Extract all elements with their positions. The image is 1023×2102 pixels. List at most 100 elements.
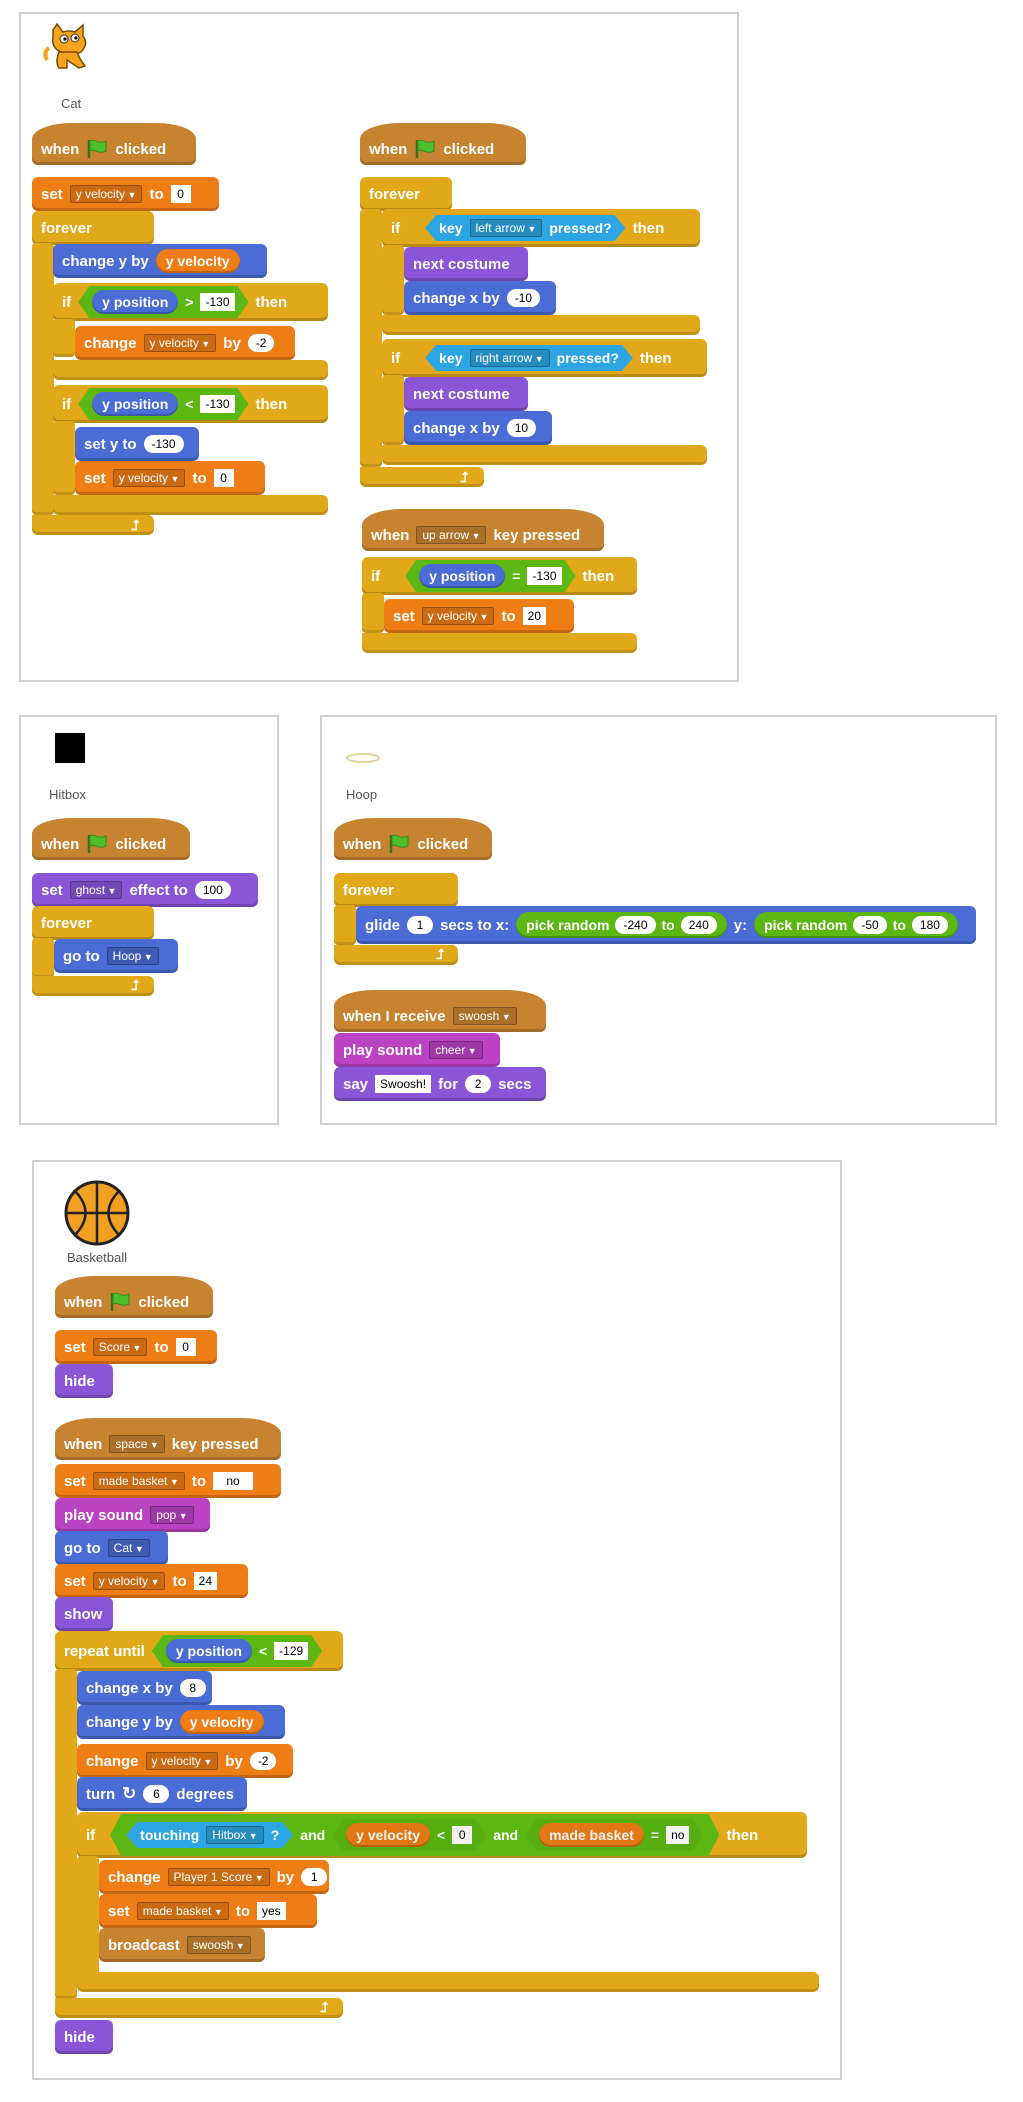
- less-than-operator[interactable]: y position < -129: [152, 1635, 322, 1667]
- say-for-secs-block[interactable]: say Swoosh! for 2 secs: [334, 1067, 546, 1101]
- variable-dropdown[interactable]: Player 1 Score: [167, 1868, 270, 1886]
- forever-block[interactable]: forever: [334, 873, 458, 907]
- variable-dropdown[interactable]: y velocity: [421, 607, 495, 625]
- y-velocity-reporter[interactable]: y velocity: [179, 1710, 264, 1734]
- value-input[interactable]: -130: [200, 293, 234, 311]
- y-velocity-reporter[interactable]: y velocity: [155, 249, 240, 273]
- message-dropdown[interactable]: swoosh: [452, 1007, 517, 1025]
- effect-dropdown[interactable]: ghost: [69, 881, 123, 899]
- greater-than-operator[interactable]: y position > -130: [78, 286, 248, 318]
- value-input[interactable]: -2: [249, 1752, 277, 1770]
- message-input[interactable]: Swoosh!: [375, 1075, 432, 1093]
- set-y-block[interactable]: set y to -130: [75, 427, 199, 461]
- value-input[interactable]: 0: [170, 185, 191, 203]
- hitbox-sprite-icon[interactable]: [55, 733, 85, 763]
- y-position-reporter[interactable]: y position: [92, 392, 178, 416]
- set-variable-block[interactable]: set Score to 0: [55, 1330, 217, 1364]
- sound-dropdown[interactable]: cheer: [429, 1041, 483, 1059]
- y-position-reporter[interactable]: y position: [166, 1639, 252, 1663]
- set-variable-block[interactable]: set made basket to no: [55, 1464, 281, 1498]
- value-input[interactable]: 1: [301, 1868, 328, 1886]
- if-block[interactable]: if touching Hitbox ? and y velocity < 0 …: [77, 1812, 807, 1858]
- value-input[interactable]: -130: [527, 567, 561, 585]
- key-dropdown[interactable]: up arrow: [416, 526, 487, 544]
- when-flag-clicked-hat[interactable]: when clicked: [55, 1276, 213, 1318]
- hoop-sprite-icon[interactable]: [344, 751, 382, 765]
- value-input[interactable]: 0: [175, 1338, 196, 1356]
- touching-dropdown[interactable]: Hitbox: [206, 1826, 263, 1844]
- value-input[interactable]: yes: [257, 1902, 286, 1920]
- y-velocity-reporter[interactable]: y velocity: [346, 1823, 430, 1847]
- value-input[interactable]: -130: [200, 395, 234, 413]
- key-pressed-sensor[interactable]: key right arrow pressed?: [425, 345, 633, 371]
- forever-block[interactable]: forever: [360, 177, 452, 211]
- if-block[interactable]: if y position < -130 then: [53, 385, 328, 423]
- message-dropdown[interactable]: swoosh: [186, 1936, 251, 1954]
- forever-block[interactable]: forever: [32, 211, 154, 245]
- set-variable-block[interactable]: set y velocity to 0: [75, 461, 265, 495]
- when-flag-clicked-hat[interactable]: when clicked: [32, 818, 190, 860]
- change-x-block[interactable]: change x by -10: [404, 281, 556, 315]
- and-operator[interactable]: touching Hitbox ? and y velocity < 0 and…: [110, 1814, 719, 1856]
- set-variable-block[interactable]: set y velocity to 20: [384, 599, 574, 633]
- change-x-block[interactable]: change x by 8: [77, 1671, 212, 1705]
- less-than-operator[interactable]: y position < -130: [78, 388, 248, 420]
- when-i-receive-hat[interactable]: when I receive swoosh: [334, 990, 546, 1032]
- play-sound-block[interactable]: play sound cheer: [334, 1033, 500, 1067]
- target-dropdown[interactable]: Hoop: [106, 947, 159, 965]
- change-x-block[interactable]: change x by 10: [404, 411, 552, 445]
- key-dropdown[interactable]: right arrow: [470, 349, 550, 367]
- min-input[interactable]: -240: [615, 916, 656, 934]
- change-variable-block[interactable]: change y velocity by -2: [75, 326, 295, 360]
- set-effect-block[interactable]: set ghost effect to 100: [32, 873, 258, 907]
- key-dropdown[interactable]: left arrow: [470, 219, 543, 237]
- sound-dropdown[interactable]: pop: [150, 1506, 194, 1524]
- go-to-block[interactable]: go to Hoop: [54, 939, 178, 973]
- variable-dropdown[interactable]: made basket: [92, 1472, 185, 1490]
- change-y-block[interactable]: change y by y velocity: [53, 244, 267, 278]
- value-input[interactable]: 100: [194, 881, 231, 899]
- touching-sensor[interactable]: touching Hitbox ?: [126, 1822, 293, 1848]
- forever-block[interactable]: forever: [32, 906, 154, 940]
- max-input[interactable]: 240: [680, 916, 717, 934]
- change-variable-block[interactable]: change Player 1 Score by 1: [99, 1860, 329, 1894]
- value-input[interactable]: -130: [143, 435, 184, 453]
- when-flag-clicked-hat[interactable]: when clicked: [360, 123, 526, 165]
- if-block[interactable]: if key left arrow pressed? then: [382, 209, 700, 247]
- variable-dropdown[interactable]: y velocity: [143, 334, 217, 352]
- key-pressed-sensor[interactable]: key left arrow pressed?: [425, 215, 625, 241]
- variable-dropdown[interactable]: y velocity: [112, 469, 186, 487]
- if-block[interactable]: if key right arrow pressed? then: [382, 339, 707, 377]
- made-basket-reporter[interactable]: made basket: [539, 1823, 644, 1847]
- target-dropdown[interactable]: Cat: [107, 1539, 150, 1557]
- variable-dropdown[interactable]: Score: [92, 1338, 148, 1356]
- seconds-input[interactable]: 2: [465, 1075, 492, 1093]
- value-input[interactable]: 0: [452, 1826, 472, 1844]
- repeat-until-block[interactable]: repeat until y position < -129: [55, 1631, 343, 1671]
- value-input[interactable]: no: [666, 1826, 689, 1844]
- value-input[interactable]: 20: [522, 607, 546, 625]
- value-input[interactable]: 24: [193, 1572, 217, 1590]
- next-costume-block[interactable]: next costume: [404, 247, 528, 281]
- value-input[interactable]: 8: [179, 1679, 206, 1697]
- y-position-reporter[interactable]: y position: [419, 564, 505, 588]
- when-key-pressed-hat[interactable]: when up arrow key pressed: [362, 509, 604, 551]
- hide-block[interactable]: hide: [55, 1364, 113, 1398]
- y-position-reporter[interactable]: y position: [92, 290, 178, 314]
- variable-dropdown[interactable]: y velocity: [92, 1572, 166, 1590]
- variable-dropdown[interactable]: y velocity: [145, 1752, 219, 1770]
- show-block[interactable]: show: [55, 1597, 113, 1631]
- go-to-block[interactable]: go to Cat: [55, 1531, 168, 1565]
- when-flag-clicked-hat[interactable]: when clicked: [32, 123, 196, 165]
- turn-block[interactable]: turn ↻ 6 degrees: [77, 1777, 247, 1811]
- set-variable-block[interactable]: set y velocity to 0: [32, 177, 219, 211]
- pick-random-x-operator[interactable]: pick random -240 to 240: [516, 912, 727, 938]
- value-input[interactable]: -10: [506, 289, 541, 307]
- max-input[interactable]: 180: [911, 916, 948, 934]
- when-flag-clicked-hat[interactable]: when clicked: [334, 818, 492, 860]
- broadcast-block[interactable]: broadcast swoosh: [99, 1928, 265, 1962]
- change-variable-block[interactable]: change y velocity by -2: [77, 1744, 293, 1778]
- change-y-block[interactable]: change y by y velocity: [77, 1705, 285, 1739]
- value-input[interactable]: no: [213, 1472, 253, 1490]
- less-than-operator[interactable]: y velocity < 0: [332, 1819, 486, 1851]
